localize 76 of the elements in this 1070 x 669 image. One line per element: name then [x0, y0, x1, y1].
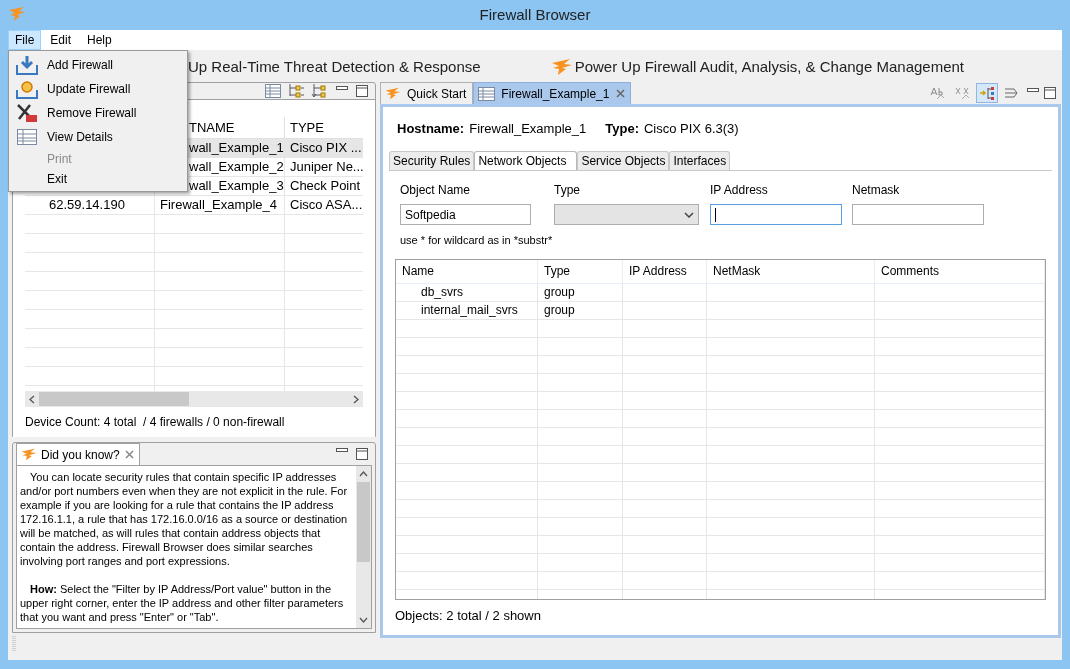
maximize-icon[interactable]	[355, 84, 369, 98]
table-icon	[16, 128, 38, 146]
table-cell-text: internal_mail_svrs	[421, 302, 518, 319]
column-header[interactable]: Type	[544, 262, 570, 280]
tree-sort-icon[interactable]	[311, 83, 329, 99]
menu-entry[interactable]: Add Firewall	[9, 53, 187, 77]
remove-icon	[16, 103, 38, 123]
close-icon[interactable]	[615, 88, 627, 99]
window-title: Firewall Browser	[479, 4, 591, 25]
close-icon[interactable]	[123, 449, 135, 460]
menu-entry[interactable]: Update Firewall	[9, 77, 187, 101]
sub-tab[interactable]: Interfaces	[669, 151, 731, 170]
column-header[interactable]: Name	[402, 262, 434, 280]
spellcheck-icon	[929, 85, 945, 101]
input-field[interactable]	[710, 204, 842, 225]
tip-paragraph: How: Select the "Filter by IP Address/Port value" button in the upper right corner, enter the IP address and other filter parameters that you want and press "Enter" or "Tab".	[20, 582, 345, 624]
scroll-down-icon[interactable]	[359, 617, 368, 623]
grip-icon	[12, 635, 16, 653]
scroll-left-icon[interactable]	[29, 394, 35, 404]
hostname-label: Hostname:	[397, 120, 465, 139]
table-icon	[478, 86, 496, 101]
table-cell-text: group	[544, 284, 575, 301]
objects-count-text: Objects: 2 total / 2 shown	[395, 606, 542, 625]
input-field[interactable]	[852, 204, 984, 225]
tree-icon[interactable]	[287, 83, 305, 99]
field-label: Type	[554, 182, 581, 199]
column-header[interactable]: TNAME	[189, 117, 235, 138]
scroll-up-icon[interactable]	[359, 471, 368, 477]
flame-icon	[21, 448, 37, 461]
menu-entry[interactable]: Exit	[9, 169, 187, 189]
column-header[interactable]: NetMask	[713, 262, 761, 280]
tip-tab[interactable]: Did you know?	[16, 443, 140, 465]
editor-tab[interactable]: Firewall_Example_1	[473, 82, 632, 104]
horizontal-scrollbar[interactable]	[25, 391, 363, 407]
table-cell-text: db_svrs	[421, 284, 464, 301]
vertical-scrollbar[interactable]	[356, 466, 371, 628]
sub-tab[interactable]: Security Rules	[389, 151, 475, 170]
scrollbar-thumb[interactable]	[39, 392, 189, 406]
column-header[interactable]: Comments	[881, 262, 939, 280]
download-icon	[16, 55, 38, 75]
tip-paragraph: You can locate security rules that contain specific IP addresses and/or port numbers even when they are not explicit in the rule. For example if you are looking for a rule that contains the IP address 172.16.1.1, a rule that has 172.16.0.0/16 as a source or destination will be matched, as will rules that contain address objects that contain the address. Firewall Browser does similar searches involving port ranges and port expressions.	[20, 470, 349, 568]
menu-entry: Print	[46, 151, 73, 168]
toolbar-button[interactable]	[976, 83, 998, 103]
maximize-icon[interactable]	[1043, 86, 1057, 100]
table-icon[interactable]	[265, 84, 281, 98]
hierarchy-icon	[979, 85, 995, 101]
menu-item[interactable]: Edit	[43, 30, 79, 50]
hostname-value: Firewall_Example_1	[469, 120, 587, 139]
sub-tab[interactable]: Service Objects	[577, 151, 670, 170]
app-logo-icon	[8, 6, 26, 22]
type-label: Type:	[605, 120, 639, 139]
chevron-down-icon	[684, 211, 694, 218]
input-field[interactable]: Softpedia	[400, 204, 531, 225]
field-label: Netmask	[852, 182, 901, 199]
menu-entry[interactable]: Remove Firewall	[9, 101, 187, 125]
flame-icon	[385, 87, 401, 100]
column-header[interactable]: TYPE	[290, 117, 324, 138]
table-cell-text: group	[544, 302, 575, 319]
menu-item[interactable]: File	[8, 30, 42, 50]
field-label: IP Address	[710, 182, 769, 199]
flame-icon	[550, 58, 573, 76]
type-value: Cisco PIX 6.3(3)	[643, 120, 739, 139]
promo-text[interactable]: Power Up Firewall Audit, Analysis, & Change Management	[574, 55, 964, 79]
hint-text: use * for wildcard as in *substr*	[399, 233, 554, 248]
menu-item[interactable]: Help	[80, 30, 119, 50]
menu-entry[interactable]: View Details	[9, 125, 187, 149]
scrollbar-thumb[interactable]	[357, 482, 370, 562]
scroll-right-icon[interactable]	[353, 394, 359, 404]
arrows-icon	[1004, 85, 1020, 101]
editor-tab[interactable]: Quick Start	[380, 82, 474, 104]
device-count-text: Device Count: 4 total / 4 firewalls / 0 non-firewall	[25, 414, 286, 431]
sub-tab[interactable]: Network Objects	[474, 151, 578, 170]
column-header[interactable]: IP Address	[629, 262, 687, 280]
maximize-icon[interactable]	[355, 447, 369, 461]
field-label: Object Name	[400, 182, 472, 199]
promo-text[interactable]: Up Real-Time Threat Detection & Response	[188, 55, 481, 79]
